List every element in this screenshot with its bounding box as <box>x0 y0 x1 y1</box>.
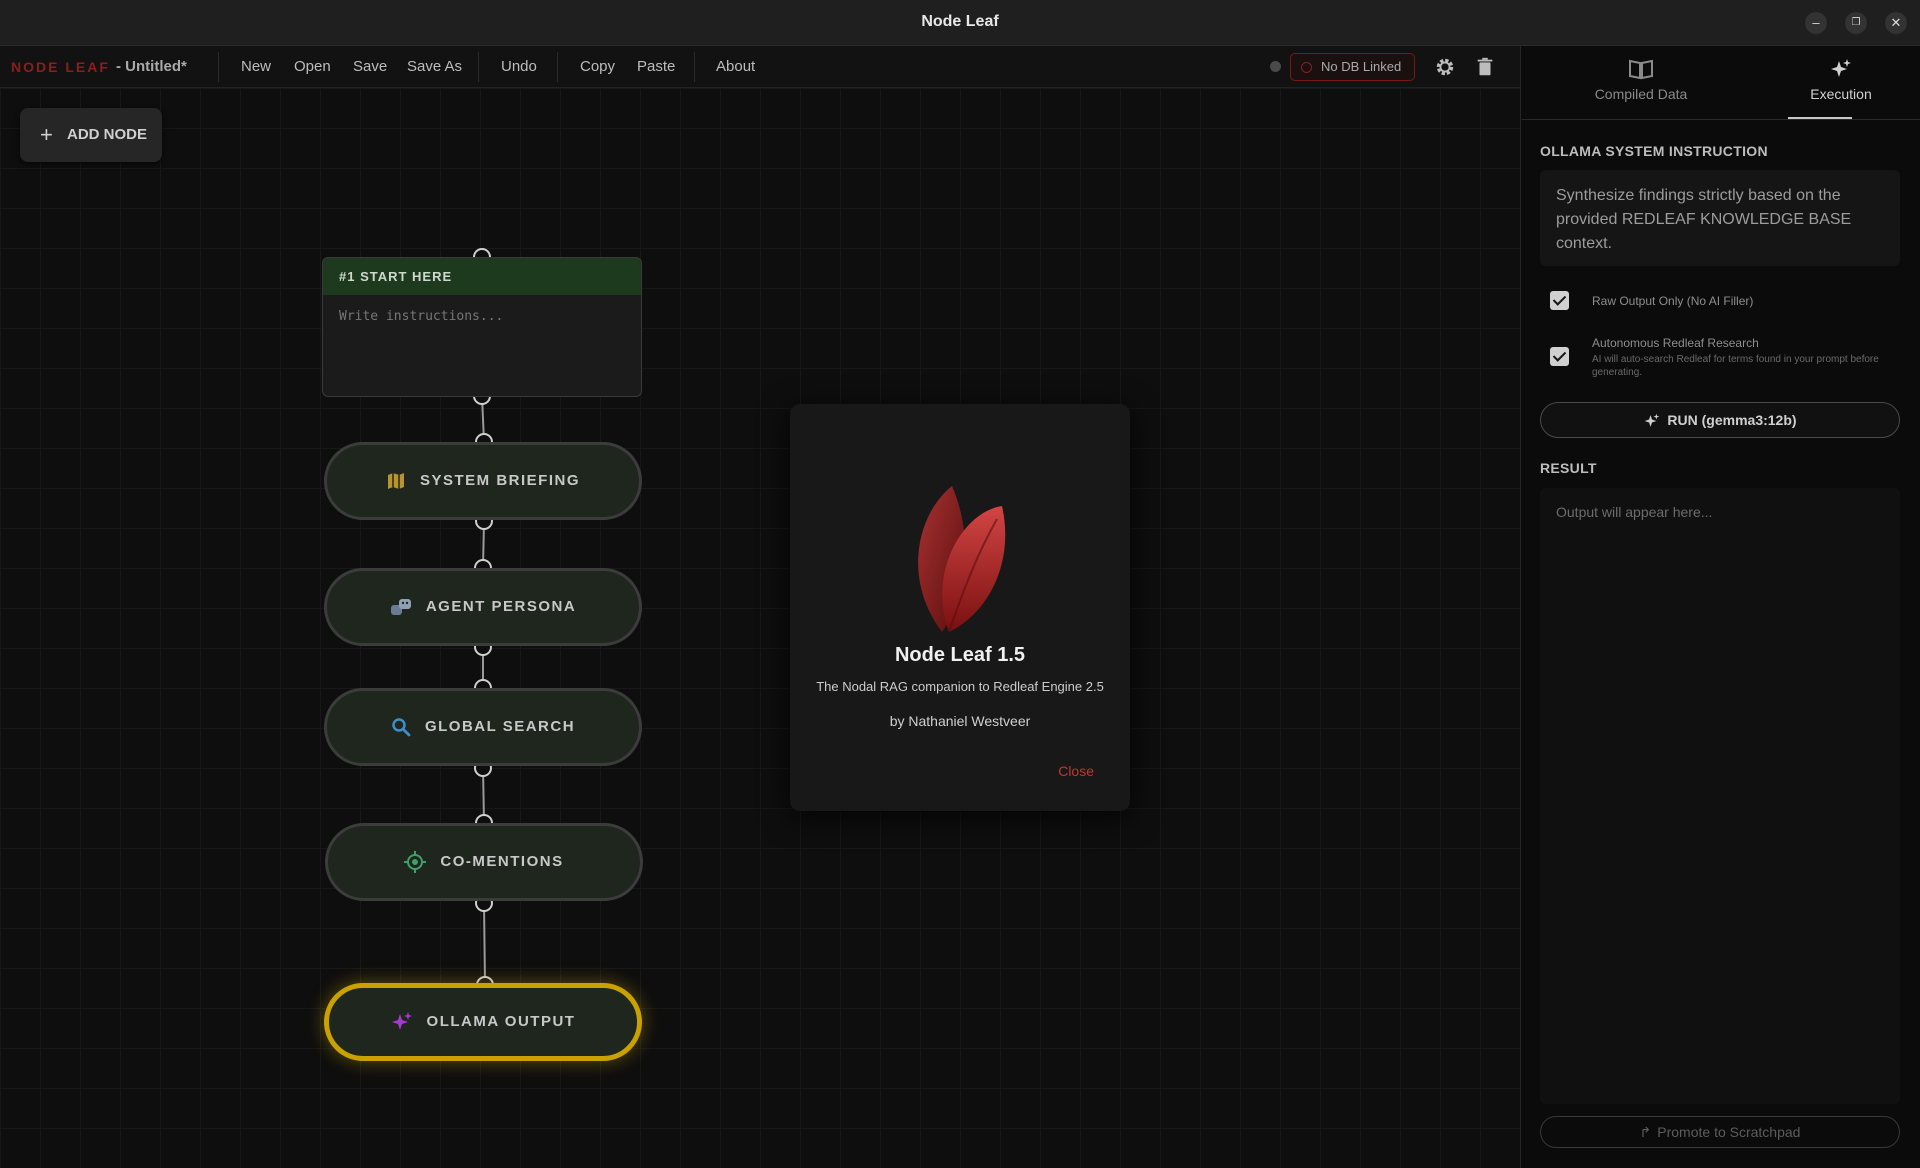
menu-open[interactable]: Open <box>294 58 331 75</box>
menu-about[interactable]: About <box>716 58 755 75</box>
db-link-button[interactable]: No DB Linked <box>1290 53 1415 81</box>
persona-icon <box>390 599 411 616</box>
map-icon <box>387 473 404 490</box>
about-author: by Nathaniel Westveer <box>889 713 1031 729</box>
menu-divider <box>557 52 558 82</box>
leaf-logo-icon <box>918 486 1006 633</box>
sparkles-icon <box>1831 59 1851 77</box>
node-ollama-output[interactable]: OLLAMA OUTPUT <box>324 983 642 1061</box>
menu-save-as[interactable]: Save As <box>407 58 462 75</box>
node-co-mentions[interactable]: CO-MENTIONS <box>325 823 643 901</box>
add-node-button[interactable]: + ADD NODE <box>20 108 162 162</box>
target-icon <box>404 851 427 874</box>
raw-output-checkbox[interactable] <box>1550 291 1569 310</box>
menu-divider <box>218 52 219 82</box>
plus-icon: + <box>40 122 53 147</box>
system-instruction-label: OLLAMA SYSTEM INSTRUCTION <box>1540 143 1768 159</box>
db-status-label: No DB Linked <box>1321 59 1402 74</box>
title-bar: Node Leaf – ❐ ✕ <box>0 0 1920 46</box>
menu-paste[interactable]: Paste <box>637 58 675 75</box>
minimize-button[interactable]: – <box>1805 12 1827 34</box>
node-global-search[interactable]: GLOBAL SEARCH <box>324 688 642 766</box>
book-icon <box>1629 59 1653 80</box>
promote-to-scratchpad-button[interactable]: ↱ Promote to Scratchpad <box>1540 1116 1900 1148</box>
tab-label: Execution <box>1810 86 1872 102</box>
node-label: SYSTEM BRIEFING <box>419 472 580 489</box>
active-tab-indicator <box>1788 117 1852 119</box>
menu-divider <box>694 52 695 82</box>
unlinked-icon <box>1301 62 1312 73</box>
node-system-briefing[interactable]: SYSTEM BRIEFING <box>324 442 642 520</box>
menu-divider <box>478 52 479 82</box>
menu-save[interactable]: Save <box>353 58 387 75</box>
tab-label: Compiled Data <box>1594 86 1688 102</box>
menu-undo[interactable]: Undo <box>501 58 537 75</box>
system-instruction-input[interactable]: Synthesize findings strictly based on th… <box>1540 170 1900 266</box>
result-output[interactable]: Output will appear here... <box>1540 488 1900 1104</box>
trash-icon[interactable] <box>1474 56 1496 78</box>
about-close-button[interactable]: Close <box>1058 763 1094 779</box>
autonomous-research-label: Autonomous Redleaf Research <box>1592 336 1759 350</box>
about-subtitle: The Nodal RAG companion to Redleaf Engin… <box>816 679 1104 694</box>
run-button[interactable]: RUN (gemma3:12b) <box>1540 402 1900 438</box>
tab-divider <box>1522 119 1920 120</box>
node-label: OLLAMA OUTPUT <box>426 1013 576 1030</box>
tab-execution[interactable]: Execution <box>1761 58 1920 118</box>
start-node-instructions[interactable]: Write instructions... <box>323 295 641 338</box>
node-label: AGENT PERSONA <box>425 598 577 615</box>
brand-logo-text: NODE LEAF <box>11 59 110 75</box>
menu-new[interactable]: New <box>241 58 271 75</box>
menu-copy[interactable]: Copy <box>580 58 615 75</box>
raw-output-label: Raw Output Only (No AI Filler) <box>1592 294 1754 308</box>
node-label: CO-MENTIONS <box>440 853 564 870</box>
search-icon <box>392 718 411 737</box>
tab-compiled-data[interactable]: Compiled Data <box>1561 58 1721 118</box>
result-label: RESULT <box>1540 460 1597 476</box>
document-name: - Untitled* <box>116 58 187 75</box>
node-label: GLOBAL SEARCH <box>424 718 576 735</box>
run-label: RUN (gemma3:12b) <box>1667 412 1797 428</box>
add-node-label: ADD NODE <box>67 126 148 143</box>
maximize-button[interactable]: ❐ <box>1845 12 1867 34</box>
autonomous-research-description: AI will auto-search Redleaf for terms fo… <box>1592 354 1879 378</box>
about-title: Node Leaf 1.5 <box>894 644 1026 666</box>
start-node-header: #1 START HERE <box>323 258 641 295</box>
about-dialog: Node Leaf 1.5 The Nodal RAG companion to… <box>790 404 1130 811</box>
share-arrow-icon: ↱ <box>1639 1124 1652 1140</box>
start-node[interactable]: #1 START HERE Write instructions... <box>322 257 642 397</box>
node-agent-persona[interactable]: AGENT PERSONA <box>324 568 642 646</box>
sparkles-icon <box>1645 414 1660 428</box>
db-status-indicator <box>1270 61 1281 72</box>
promote-label: Promote to Scratchpad <box>1657 1124 1801 1140</box>
node-canvas[interactable] <box>0 88 1520 1168</box>
close-window-button[interactable]: ✕ <box>1885 12 1907 34</box>
sparkles-icon <box>391 1012 412 1031</box>
window-title: Node Leaf <box>921 13 999 30</box>
autonomous-research-checkbox[interactable] <box>1550 347 1569 366</box>
result-placeholder: Output will appear here... <box>1556 504 1713 520</box>
gear-icon[interactable] <box>1434 56 1456 78</box>
